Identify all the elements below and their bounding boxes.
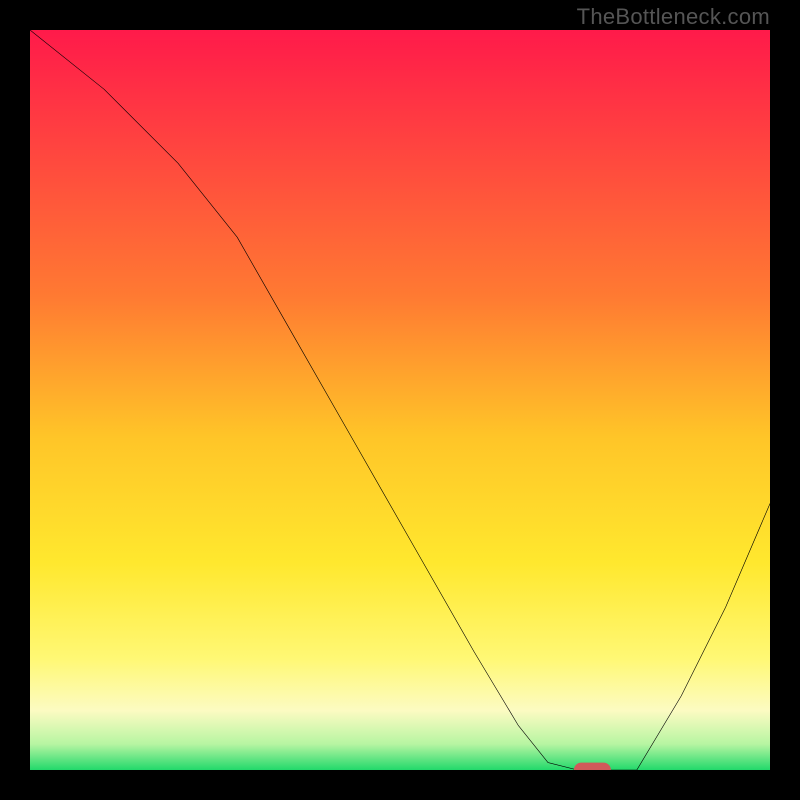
- optimal-marker: [574, 763, 611, 770]
- bottleneck-chart: [30, 30, 770, 770]
- chart-frame: TheBottleneck.com: [0, 0, 800, 800]
- gradient-background: [30, 30, 770, 770]
- watermark-text: TheBottleneck.com: [577, 4, 770, 30]
